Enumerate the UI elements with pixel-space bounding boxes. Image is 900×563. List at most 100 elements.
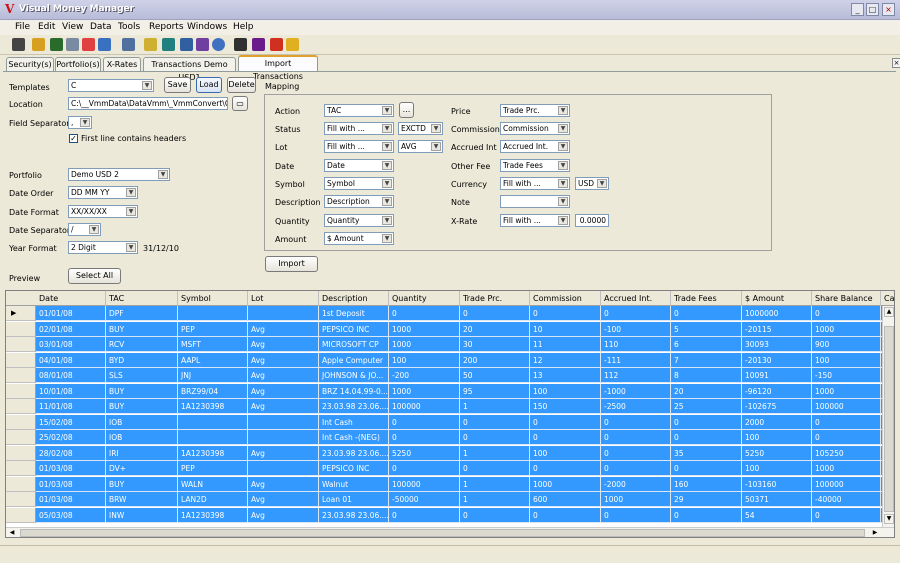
commission-select[interactable]: Commission ▼ bbox=[500, 122, 570, 135]
table-cell[interactable]: PEPSICO INC bbox=[319, 461, 389, 476]
table-cell[interactable]: 15/02/08 bbox=[36, 414, 106, 430]
menu-view[interactable]: View bbox=[62, 22, 83, 32]
table-cell[interactable]: 0 bbox=[671, 306, 742, 321]
currency-select[interactable]: Fill with ... ▼ bbox=[500, 177, 570, 190]
table-cell[interactable]: 23.03.98 23.06.... bbox=[319, 399, 389, 414]
bank-icon[interactable] bbox=[12, 38, 25, 51]
table-cell[interactable]: 95 bbox=[460, 383, 530, 399]
tab-import-transactions[interactable]: Import Transactions bbox=[238, 55, 318, 81]
table-cell[interactable]: 10 bbox=[530, 321, 601, 337]
table-cell[interactable]: 0 bbox=[389, 461, 460, 476]
menu-edit[interactable]: Edit bbox=[38, 22, 55, 32]
table-cell[interactable]: BUY bbox=[106, 321, 178, 337]
table-cell[interactable]: 01/03/08 bbox=[36, 461, 106, 476]
yahoo-icon[interactable] bbox=[252, 38, 265, 51]
table-cell[interactable]: MICROSOFT CP bbox=[319, 337, 389, 352]
table-cell[interactable]: 100000 bbox=[389, 399, 460, 414]
table-cell[interactable]: 1 bbox=[460, 445, 530, 461]
column-header[interactable]: Ca bbox=[881, 291, 894, 306]
browse-folder-button[interactable]: ▭ bbox=[232, 96, 248, 111]
coins-icon[interactable] bbox=[286, 38, 299, 51]
table-cell[interactable]: 8 bbox=[671, 368, 742, 383]
table-cell[interactable]: 0 bbox=[460, 306, 530, 321]
table-row[interactable]: 28/02/08 IRI 1A1230398 Avg 23.03.98 23.06...… bbox=[6, 445, 894, 462]
table-cell[interactable]: 110 bbox=[601, 337, 671, 352]
lot-select[interactable]: Fill with ... ▼ bbox=[324, 140, 394, 153]
table-cell[interactable]: Apple Computer bbox=[319, 352, 389, 368]
table-row[interactable]: 04/01/08 BYD AAPL Avg Apple Computer 100 200 12… bbox=[6, 352, 894, 369]
table-cell[interactable] bbox=[248, 306, 319, 321]
first-line-headers-checkbox[interactable]: ✓ bbox=[69, 134, 78, 143]
bug-icon[interactable] bbox=[234, 38, 247, 51]
table-cell[interactable]: 05/03/08 bbox=[36, 507, 106, 523]
row-header[interactable]: ▶ bbox=[6, 306, 36, 321]
hscroll-thumb[interactable] bbox=[20, 529, 865, 537]
table-cell[interactable]: 0 bbox=[530, 461, 601, 476]
table-cell[interactable]: 0 bbox=[601, 461, 671, 476]
table-cell[interactable] bbox=[248, 430, 319, 445]
note-select[interactable]: ▼ bbox=[500, 195, 570, 208]
tab-close-icon[interactable]: × bbox=[892, 58, 900, 68]
table-cell[interactable]: SLS bbox=[106, 368, 178, 383]
table-cell[interactable]: -50000 bbox=[389, 492, 460, 507]
table-cell[interactable]: 13 bbox=[530, 368, 601, 383]
bell-icon[interactable] bbox=[270, 38, 283, 51]
amount-select[interactable]: $ Amount ▼ bbox=[324, 232, 394, 245]
table-cell[interactable]: 35 bbox=[671, 445, 742, 461]
table-cell[interactable]: 1A1230398 bbox=[178, 507, 248, 523]
table-cell[interactable]: -150 bbox=[812, 368, 881, 383]
currency-fill-select[interactable]: USD ▼ bbox=[575, 177, 609, 190]
table-row[interactable]: 02/01/08 BUY PEP Avg PEPSICO INC 1000 20 10 -100… bbox=[6, 321, 894, 338]
table-cell[interactable]: 105250 bbox=[812, 445, 881, 461]
table-cell[interactable]: 1A1230398 bbox=[178, 399, 248, 414]
table-cell[interactable]: Avg bbox=[248, 445, 319, 461]
menu-file[interactable]: File bbox=[15, 22, 30, 32]
table-cell[interactable]: 0 bbox=[671, 461, 742, 476]
table-cell[interactable]: 1000 bbox=[530, 476, 601, 492]
table-cell[interactable]: Int Cash -(NEG) bbox=[319, 430, 389, 445]
table-cell[interactable]: 100 bbox=[389, 352, 460, 368]
table-cell[interactable]: 23.03.98 23.06.... bbox=[319, 507, 389, 523]
currency-icon[interactable] bbox=[50, 38, 63, 51]
table-cell[interactable]: 0 bbox=[671, 430, 742, 445]
column-header[interactable]: Commission bbox=[530, 291, 601, 306]
column-header[interactable]: Accrued Int. bbox=[601, 291, 671, 306]
horizontal-scrollbar[interactable]: ◀ ▶ bbox=[6, 527, 894, 537]
table-cell[interactable]: 100 bbox=[530, 445, 601, 461]
table-cell[interactable]: 900 bbox=[812, 337, 881, 352]
table-cell[interactable]: 30093 bbox=[742, 337, 812, 352]
table-cell[interactable]: IOB bbox=[106, 430, 178, 445]
table-cell[interactable]: JNJ bbox=[178, 368, 248, 383]
column-header[interactable]: TAC bbox=[106, 291, 178, 306]
action-select[interactable]: TAC ▼ bbox=[324, 104, 394, 117]
scroll-thumb[interactable] bbox=[884, 326, 894, 512]
table-cell[interactable]: 5250 bbox=[742, 445, 812, 461]
table-cell[interactable]: Avg bbox=[248, 352, 319, 368]
table-cell[interactable]: 50371 bbox=[742, 492, 812, 507]
table-row[interactable]: 15/02/08IOBInt Cash0000020000793 bbox=[6, 414, 894, 431]
menu-data[interactable]: Data bbox=[90, 22, 112, 32]
table-cell[interactable]: -96120 bbox=[742, 383, 812, 399]
column-header[interactable]: Symbol bbox=[178, 291, 248, 306]
close-button[interactable]: × bbox=[882, 3, 895, 16]
field-separator-select[interactable]: , ▼ bbox=[68, 116, 92, 129]
table-cell[interactable]: 0 bbox=[601, 507, 671, 523]
table-cell[interactable]: BRW bbox=[106, 492, 178, 507]
table-cell[interactable]: 1000 bbox=[601, 492, 671, 507]
table-cell[interactable]: 10/01/08 bbox=[36, 383, 106, 399]
table-cell[interactable]: 200 bbox=[460, 352, 530, 368]
table-cell[interactable]: 100000 bbox=[812, 399, 881, 414]
globe-icon[interactable] bbox=[98, 38, 111, 51]
accrued-int-select[interactable]: Accrued Int. ▼ bbox=[500, 140, 570, 153]
table-cell[interactable]: -102675 bbox=[742, 399, 812, 414]
table-cell[interactable]: -40000 bbox=[812, 492, 881, 507]
lot-fill-select[interactable]: AVG ▼ bbox=[398, 140, 443, 153]
vertical-scrollbar[interactable]: ▲ ▼ bbox=[882, 306, 894, 527]
table-cell[interactable]: 100 bbox=[530, 383, 601, 399]
column-header[interactable]: Date bbox=[36, 291, 106, 306]
table-cell[interactable]: 54 bbox=[742, 507, 812, 523]
location-input[interactable]: C:\__VmmData\DataVmm\_VmmConvert\CSV\ bbox=[68, 97, 228, 110]
table-cell[interactable]: -103160 bbox=[742, 476, 812, 492]
table-cell[interactable]: 1000 bbox=[389, 337, 460, 352]
column-header[interactable]: $ Amount bbox=[742, 291, 812, 306]
